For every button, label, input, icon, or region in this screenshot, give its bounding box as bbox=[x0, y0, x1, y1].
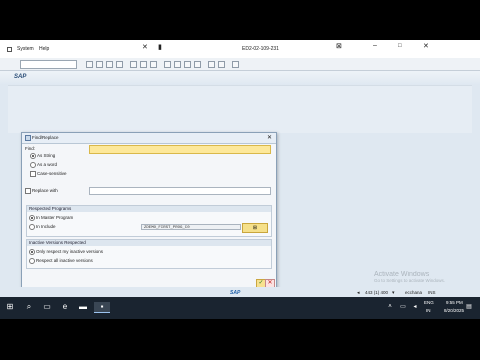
windows-taskbar: ⊞ ⌕ ▭ e ▬ ▪ ˄ ▭ ◂ ENG IN 9:55 PM 8/20/20… bbox=[0, 297, 480, 319]
all-inactive-label: Respect all inactive versions bbox=[36, 258, 93, 263]
check-icon: ✓ bbox=[258, 280, 264, 286]
standard-toolbar bbox=[0, 58, 480, 71]
title-bar: SAP bbox=[0, 71, 480, 85]
dialog-title: Find/Replace bbox=[32, 135, 59, 140]
menu-system[interactable]: System bbox=[17, 46, 34, 52]
search-icon[interactable]: ⌕ bbox=[24, 302, 34, 312]
network-tray-icon[interactable]: ▭ bbox=[398, 302, 408, 312]
new-session-icon[interactable] bbox=[208, 61, 215, 68]
as-string-label: As String bbox=[37, 153, 56, 158]
print-icon[interactable] bbox=[130, 61, 137, 68]
exit-icon[interactable] bbox=[106, 61, 113, 68]
watermark-line2: Go to Settings to activate Windows. bbox=[374, 278, 446, 283]
include-search-button[interactable]: ⊞ bbox=[242, 223, 268, 233]
back-icon[interactable] bbox=[96, 61, 103, 68]
volume-icon[interactable]: ◂ bbox=[410, 302, 420, 312]
screen-title: SAP bbox=[14, 74, 27, 80]
notifications-icon[interactable]: ▤ bbox=[464, 302, 474, 312]
only-my-inactive-radio[interactable] bbox=[29, 249, 35, 255]
last-page-icon[interactable] bbox=[194, 61, 201, 68]
sap-logo: SAP bbox=[230, 290, 241, 296]
input-language[interactable]: ENG bbox=[424, 300, 434, 305]
find-label: Find: bbox=[25, 146, 36, 151]
find-next-icon[interactable] bbox=[150, 61, 157, 68]
in-include-radio[interactable] bbox=[29, 224, 35, 230]
system-tray-chevron-icon[interactable]: ˄ bbox=[385, 302, 395, 312]
network-icon: ✕ bbox=[142, 44, 148, 51]
replace-checkbox[interactable] bbox=[25, 188, 31, 194]
as-word-radio[interactable] bbox=[30, 162, 36, 168]
command-field[interactable] bbox=[20, 60, 77, 69]
search-help-icon: ⊞ bbox=[252, 225, 258, 231]
dialog-app-icon bbox=[25, 135, 31, 141]
input-region: IN bbox=[426, 308, 431, 313]
client-name: ecchana bbox=[405, 290, 423, 295]
close-x-icon: ✕ bbox=[267, 280, 273, 286]
task-view-icon[interactable]: ▭ bbox=[42, 302, 52, 312]
server-name: ED2-02-109-231 bbox=[242, 46, 279, 52]
replace-input[interactable] bbox=[89, 187, 271, 195]
clock-date[interactable]: 8/20/2025 bbox=[444, 308, 464, 313]
clock-time[interactable]: 9:55 PM bbox=[446, 300, 463, 305]
start-icon[interactable]: ⊞ bbox=[5, 302, 15, 312]
find-icon[interactable] bbox=[140, 61, 147, 68]
dialog-title-bar[interactable]: Find/Replace ✕ bbox=[22, 133, 276, 144]
insert-mode: INS bbox=[428, 290, 436, 295]
signal-bars-icon: ▮ bbox=[158, 44, 162, 51]
file-explorer-icon[interactable]: ▬ bbox=[78, 302, 88, 312]
case-sensitive-label: Case-sensitive bbox=[37, 171, 67, 176]
respected-programs-header: Respected Programs bbox=[27, 206, 271, 212]
previous-page-icon[interactable] bbox=[174, 61, 181, 68]
respected-programs-group: Respected Programs In Master Program In … bbox=[26, 205, 272, 237]
session-info[interactable]: 443 (1) 400 bbox=[365, 290, 388, 295]
activate-windows-watermark: Activate Windows Go to Settings to activ… bbox=[374, 271, 445, 283]
close-icon[interactable]: ✕ bbox=[423, 42, 429, 50]
in-include-label: In Include bbox=[36, 224, 56, 229]
help-icon[interactable] bbox=[232, 61, 239, 68]
find-replace-dialog: Find/Replace ✕ Find: As String As a word… bbox=[21, 132, 277, 291]
status-collapse-icon[interactable]: ◂ bbox=[357, 290, 360, 296]
sap-logon-taskbar-icon[interactable]: ▪ bbox=[94, 302, 110, 313]
menu-help[interactable]: Help bbox=[39, 46, 49, 52]
replace-label: Replace with bbox=[32, 188, 58, 193]
as-string-radio[interactable] bbox=[30, 153, 36, 159]
menu-bar: System Help ✕ ▮ ED2-02-109-231 ⊠ – □ ✕ bbox=[0, 40, 480, 58]
system-menu-icon[interactable] bbox=[7, 47, 12, 52]
next-page-icon[interactable] bbox=[184, 61, 191, 68]
find-input[interactable] bbox=[89, 145, 271, 154]
save-icon[interactable] bbox=[86, 61, 93, 68]
only-my-inactive-label: Only respect my inactive versions bbox=[36, 249, 104, 254]
session-dropdown-icon[interactable]: ▾ bbox=[392, 290, 395, 296]
in-master-program-label: In Master Program bbox=[36, 215, 74, 220]
as-word-label: As a word bbox=[37, 162, 58, 167]
application-area bbox=[8, 85, 472, 133]
all-inactive-radio[interactable] bbox=[29, 258, 35, 264]
minimize-icon[interactable]: – bbox=[373, 42, 377, 49]
maximize-icon[interactable]: □ bbox=[398, 43, 402, 49]
first-page-icon[interactable] bbox=[164, 61, 171, 68]
inactive-versions-group: Inactive Versions Respected Only respect… bbox=[26, 239, 272, 269]
case-sensitive-checkbox[interactable] bbox=[30, 171, 36, 177]
shortcut-icon[interactable] bbox=[218, 61, 225, 68]
watermark-line1: Activate Windows bbox=[374, 271, 430, 278]
customize-icon[interactable]: ⊠ bbox=[336, 42, 342, 50]
cancel-icon[interactable] bbox=[116, 61, 123, 68]
dialog-close-icon[interactable]: ✕ bbox=[267, 134, 272, 141]
edge-icon[interactable]: e bbox=[60, 302, 70, 312]
sap-gui-window: System Help ✕ ▮ ED2-02-109-231 ⊠ – □ ✕ S… bbox=[0, 40, 480, 319]
in-master-program-radio[interactable] bbox=[29, 215, 35, 221]
inactive-versions-header: Inactive Versions Respected bbox=[27, 240, 271, 246]
include-input[interactable]: ZDEMO_FIRST_PROG_C0 bbox=[141, 224, 241, 230]
